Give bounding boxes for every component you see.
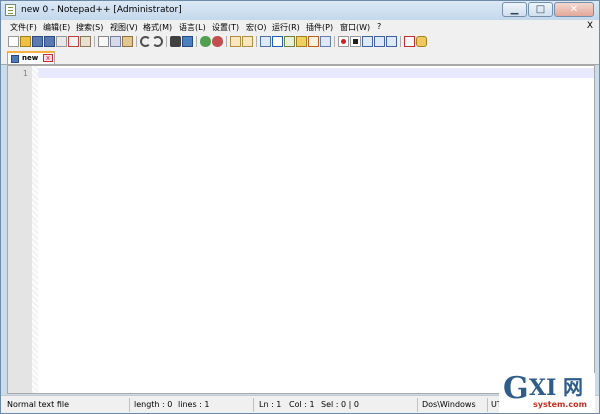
menu-language[interactable]: 语言(L) <box>179 22 206 33</box>
find-icon[interactable] <box>170 36 181 47</box>
new-file-icon[interactable] <box>8 36 19 47</box>
line-number-gutter: 1 <box>8 66 32 393</box>
status-divider <box>487 398 488 412</box>
current-line-highlight <box>38 68 594 78</box>
copy-icon[interactable] <box>110 36 121 47</box>
cut-icon[interactable] <box>98 36 109 47</box>
menu-help[interactable]: ? <box>377 22 381 31</box>
tab-label: new <box>22 54 39 62</box>
fold-margin[interactable] <box>32 66 38 393</box>
minimize-button[interactable]: ▁ <box>502 2 527 17</box>
menu-plugins[interactable]: 插件(P) <box>306 22 333 33</box>
replace-icon[interactable] <box>182 36 193 47</box>
spell-check-icon[interactable] <box>404 36 415 47</box>
redo-icon[interactable] <box>152 36 163 47</box>
close-button[interactable]: ✕ <box>554 2 594 17</box>
close-icon[interactable] <box>56 36 67 47</box>
toolbar-separator <box>334 36 335 47</box>
menu-edit[interactable]: 编辑(E) <box>43 22 70 33</box>
menu-run[interactable]: 运行(R) <box>272 22 300 33</box>
toolbar-separator <box>256 36 257 47</box>
status-ln: Ln : 1 <box>259 400 282 409</box>
zoom-out-icon[interactable] <box>212 36 223 47</box>
menu-window[interactable]: 窗口(W) <box>340 22 370 33</box>
line-number: 1 <box>22 69 28 78</box>
status-length: length : 0 <box>134 400 173 409</box>
toolbar-separator <box>166 36 167 47</box>
stop-record-icon[interactable] <box>350 36 361 47</box>
watermark-xi: XI <box>529 375 557 401</box>
maximize-button[interactable]: □ <box>528 2 553 17</box>
floppy-icon <box>11 55 19 63</box>
status-lines: lines : 1 <box>178 400 210 409</box>
tab-bar: new x <box>1 49 599 65</box>
window-controls: ▁ □ ✕ <box>501 2 594 18</box>
toolbar-separator <box>136 36 137 47</box>
window-title: new 0 - Notepad++ [Administrator] <box>21 5 182 15</box>
toolbar <box>1 34 599 49</box>
indent-guide-icon[interactable] <box>284 36 295 47</box>
toolbar-separator <box>226 36 227 47</box>
zoom-in-icon[interactable] <box>200 36 211 47</box>
title-bar[interactable]: new 0 - Notepad++ [Administrator] ▁ □ ✕ <box>1 1 599 20</box>
toolbar-separator <box>94 36 95 47</box>
status-sel: Sel : 0 | 0 <box>321 400 359 409</box>
save-icon[interactable] <box>32 36 43 47</box>
open-file-icon[interactable] <box>20 36 31 47</box>
save-macro-icon[interactable] <box>386 36 397 47</box>
watermark-url: system.com <box>533 400 587 409</box>
status-file-type: Normal text file <box>7 400 70 409</box>
play-macro-icon[interactable] <box>362 36 373 47</box>
status-col: Col : 1 <box>289 400 315 409</box>
paste-icon[interactable] <box>122 36 133 47</box>
menu-settings[interactable]: 设置(T) <box>212 22 239 33</box>
watermark-g: G <box>503 371 529 406</box>
toolbar-separator <box>196 36 197 47</box>
show-all-chars-icon[interactable] <box>272 36 283 47</box>
menu-format[interactable]: 格式(M) <box>143 22 172 33</box>
menu-view[interactable]: 视图(V) <box>110 22 138 33</box>
print-icon[interactable] <box>80 36 91 47</box>
plugin-icon[interactable] <box>416 36 427 47</box>
function-list-icon[interactable] <box>320 36 331 47</box>
watermark-cn: 网 <box>563 375 583 399</box>
sync-horizontal-icon[interactable] <box>242 36 253 47</box>
close-all-icon[interactable] <box>68 36 79 47</box>
menu-search[interactable]: 搜索(S) <box>76 22 103 33</box>
status-divider <box>417 398 418 412</box>
word-wrap-icon[interactable] <box>260 36 271 47</box>
undo-icon[interactable] <box>140 36 151 47</box>
tab-new[interactable]: new x <box>7 51 55 64</box>
notepad-app-icon[interactable] <box>5 4 16 16</box>
status-eol: Dos\Windows <box>422 400 476 409</box>
tab-close-icon[interactable]: x <box>43 54 53 62</box>
menu-bar: 文件(F) 编辑(E) 搜索(S) 视图(V) 格式(M) 语言(L) 设置(T… <box>1 20 599 35</box>
status-divider <box>253 398 254 412</box>
menu-close-document[interactable]: X <box>587 21 593 31</box>
status-divider <box>129 398 130 412</box>
toolbar-separator <box>400 36 401 47</box>
notepad-window: new 0 - Notepad++ [Administrator] ▁ □ ✕ … <box>0 0 600 414</box>
menu-file[interactable]: 文件(F) <box>10 22 37 33</box>
doc-map-icon[interactable] <box>308 36 319 47</box>
user-language-icon[interactable] <box>296 36 307 47</box>
record-macro-icon[interactable] <box>338 36 349 47</box>
menu-macro[interactable]: 宏(O) <box>246 22 267 33</box>
run-macro-multiple-icon[interactable] <box>374 36 385 47</box>
site-watermark-logo: G XI 网 system.com <box>499 371 595 413</box>
sync-vertical-icon[interactable] <box>230 36 241 47</box>
save-all-icon[interactable] <box>44 36 55 47</box>
text-editor[interactable]: 1 <box>7 65 595 394</box>
